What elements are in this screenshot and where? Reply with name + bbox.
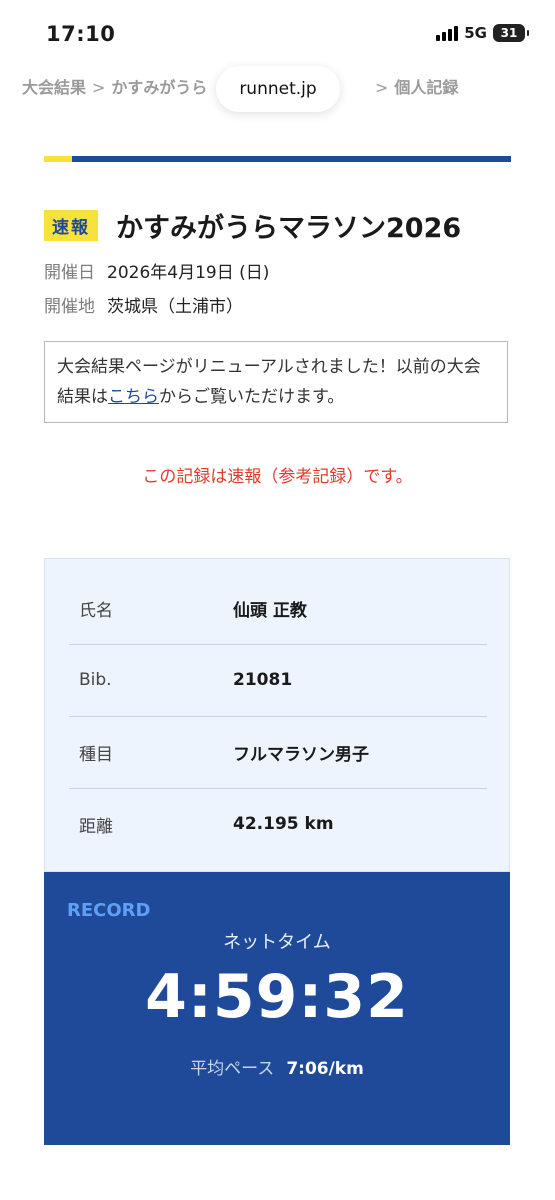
info-label: 種目 xyxy=(79,744,113,765)
record-tag: RECORD xyxy=(67,900,151,921)
net-time-label: ネットタイム xyxy=(223,932,331,953)
pace-label: 平均ペース xyxy=(190,1059,275,1079)
info-row-category: 種目 フルマラソン男子 xyxy=(69,716,487,789)
preliminary-alert: この記録は速報（参考記録）です。 xyxy=(142,467,413,487)
race-place: 開催地 茨城県（土浦市） xyxy=(44,292,243,317)
pace-value: 7:06/km xyxy=(286,1059,364,1079)
runner-info-table: 氏名 仙頭 正教 Bib. 21081 種目 フルマラソン男子 距離 42.19… xyxy=(44,558,510,872)
url-text: runnet.jp xyxy=(239,79,317,99)
info-row-distance: 距離 42.195 km xyxy=(69,788,487,860)
place-value: 茨城県（土浦市） xyxy=(107,297,243,317)
info-value: 仙頭 正教 xyxy=(233,600,307,621)
date-label: 開催日 xyxy=(44,263,95,283)
breadcrumb-tail: > 個人記録 xyxy=(365,74,459,98)
info-row-bib: Bib. 21081 xyxy=(69,644,487,717)
place-label: 開催地 xyxy=(44,297,95,317)
race-date: 開催日 2026年4月19日 (日) xyxy=(44,258,269,283)
breadcrumb-race[interactable]: かすみがうら xyxy=(111,78,207,97)
race-title-row: 速報 かすみがうらマラソン2026 xyxy=(44,206,461,245)
breadcrumb-results[interactable]: 大会結果 xyxy=(22,78,86,97)
renewal-notice: 大会結果ページがリニューアルされました！以前の大会結果はこちらからご覧いただけま… xyxy=(44,341,508,423)
breadcrumb-personal-record: 個人記録 xyxy=(394,78,459,97)
old-results-link[interactable]: こちら xyxy=(108,387,159,407)
date-value: 2026年4月19日 (日) xyxy=(107,263,270,283)
race-title: かすみがうらマラソン2026 xyxy=(116,213,462,244)
status-time: 17:10 xyxy=(46,22,116,46)
network-type: 5G xyxy=(464,24,487,42)
info-value: フルマラソン男子 xyxy=(233,744,369,765)
status-bar: 17:10 5G 31 xyxy=(0,0,555,66)
status-indicators: 5G 31 xyxy=(436,24,529,42)
info-value: 42.195 km xyxy=(233,814,334,834)
info-label: 距離 xyxy=(79,816,113,837)
cellular-signal-icon xyxy=(436,25,459,41)
info-label: Bib. xyxy=(79,670,112,690)
average-pace: 平均ペース 7:06/km xyxy=(44,1054,510,1079)
preliminary-badge: 速報 xyxy=(44,210,98,241)
record-panel: RECORD ネットタイム 4:59:32 平均ペース 7:06/km xyxy=(44,872,510,1145)
info-value: 21081 xyxy=(233,670,293,690)
info-row-name: 氏名 仙頭 正教 xyxy=(69,572,487,645)
header-accent-bar xyxy=(44,156,511,162)
battery-level: 31 xyxy=(500,26,518,40)
breadcrumb-separator: > xyxy=(92,78,106,97)
info-label: 氏名 xyxy=(79,600,113,621)
notice-text-after: からご覧いただけます。 xyxy=(159,387,345,407)
breadcrumb-separator: > xyxy=(375,78,389,97)
net-time-value: 4:59:32 xyxy=(145,962,409,1032)
battery-icon: 31 xyxy=(493,24,529,42)
url-bar[interactable]: runnet.jp xyxy=(216,66,340,112)
